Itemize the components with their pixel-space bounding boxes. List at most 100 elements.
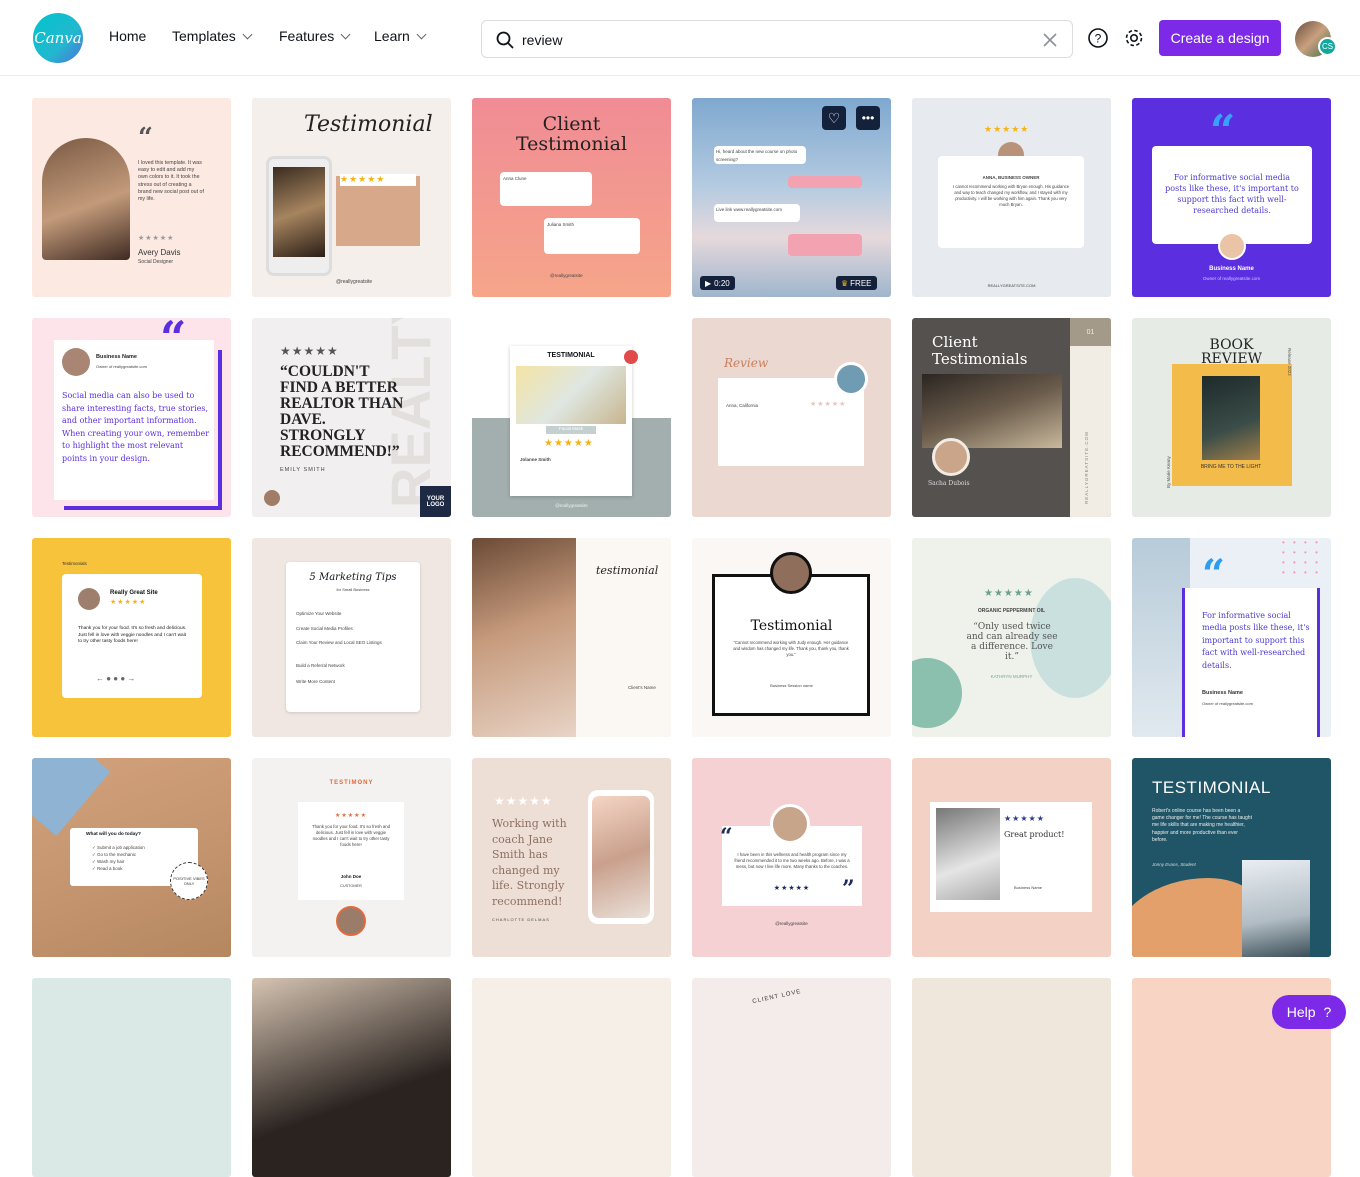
review-box: ANNA, BUSINESS OWNER I cannot recommend … (938, 156, 1084, 248)
heart-icon[interactable]: ♡ (822, 106, 846, 130)
template-card[interactable]: What will you do today? ✓ Submit a job a… (32, 758, 231, 957)
template-card[interactable]: TESTIMONIAL Facial Mask ★★★★★ Jolanne Sm… (472, 318, 671, 517)
template-card[interactable]: 01 Client Testimonials Sacha Dubois REALL… (912, 318, 1111, 517)
template-card[interactable]: CLIENT LOVE (692, 978, 891, 1177)
canva-logo[interactable]: Canva (33, 13, 83, 63)
blob (912, 658, 962, 728)
template-card[interactable] (32, 978, 231, 1177)
avatar-initials-badge: CS (1318, 37, 1337, 56)
book-cover (1202, 376, 1260, 460)
nav-features-label: Features (279, 28, 335, 44)
release-label: Release 2022 (1287, 348, 1292, 376)
search-icon (496, 31, 514, 49)
nav-home-label: Home (109, 28, 147, 44)
review-text: Social media can also be used to share i… (62, 391, 210, 463)
quote-icon: “ (720, 824, 733, 850)
search-bar (481, 20, 1073, 58)
reviewer-role: Social Designer (138, 259, 174, 265)
template-card[interactable]: ★★★★★ Working with coach Jane Smith has … (472, 758, 671, 957)
template-card[interactable]: ★★★★★ ORGANIC PEPPERMINT OIL “Only used … (912, 538, 1111, 737)
site-url: REALLYGREATSITE.COM (987, 283, 1036, 288)
template-card[interactable]: 5 Marketing Tips for Small Business Opti… (252, 538, 451, 737)
card-title: TESTIMONIAL (1152, 778, 1271, 797)
nav-templates-label: Templates (172, 28, 236, 44)
author-label: By Marie Kenny (1166, 456, 1171, 488)
review-box: ★★★★★ Thank you for your food. It's so f… (298, 802, 404, 900)
template-card[interactable]: BOOK REVIEW BRING ME TO THE LIGHT Release… (1132, 318, 1331, 517)
tag-label: Testimonials (62, 561, 87, 566)
template-card[interactable] (252, 978, 451, 1177)
nav-templates[interactable]: Templates (172, 28, 253, 44)
quote-icon: “ (1210, 106, 1236, 157)
template-card[interactable]: ★★★★★ ANNA, BUSINESS OWNER I cannot reco… (912, 98, 1111, 297)
review-text: “Cannot recommend working with Judy enou… (733, 640, 849, 657)
card-title: Client Testimonials (932, 333, 1028, 368)
review-text: For informative social media posts like … (1202, 611, 1310, 670)
star-rating: ★★★★★ (984, 124, 1030, 134)
template-card[interactable] (472, 978, 671, 1177)
avatar (62, 348, 90, 376)
review-box: For informative social media posts like … (1152, 146, 1312, 244)
photo (1242, 860, 1310, 957)
nav-features[interactable]: Features (279, 28, 351, 44)
chat-bubble: Anna Clune (500, 172, 592, 206)
business-sub: Owner of reallygreatsite.com (1202, 276, 1261, 281)
nav-learn[interactable]: Learn (374, 28, 427, 44)
template-card[interactable]: testimonial Client's Name (472, 538, 671, 737)
card-title: Client Testimonial (515, 113, 628, 155)
create-design-button[interactable]: Create a design (1159, 20, 1281, 56)
avatar (336, 906, 366, 936)
review-box: ★★★★★ (336, 174, 420, 246)
review-box: Really Great Site ★★★★★ Thank you for yo… (62, 574, 202, 698)
template-card[interactable]: “ For informative social media posts lik… (1132, 538, 1331, 737)
template-card[interactable]: REALTY ★★★★★ “COULDN'T FIND A BETTER REA… (252, 318, 451, 517)
quote-icon: “ (1202, 551, 1226, 598)
logo-placeholder: YOUR LOGO (420, 486, 451, 517)
template-card[interactable]: ♡ ••• Hi, heard about the new course on … (692, 98, 891, 297)
star-rating: ★★★★★ (138, 235, 175, 242)
template-card[interactable]: Testimonials Really Great Site ★★★★★ Tha… (32, 538, 231, 737)
help-button[interactable]: Help ? (1272, 995, 1346, 1029)
template-card[interactable]: For informative social media posts like … (1132, 98, 1331, 297)
handle: @reallygreatsite (775, 921, 808, 926)
help-circle-icon[interactable]: ? (1087, 27, 1109, 49)
product-label: ORGANIC PEPPERMINT OIL (977, 608, 1046, 614)
template-card[interactable] (912, 978, 1111, 1177)
template-card[interactable]: Business Name Owner of reallygreatsite.c… (32, 318, 231, 517)
template-card[interactable]: “ I loved this template. It was easy to … (32, 98, 231, 297)
template-card[interactable]: Testimonial ★★★★★ @reallygreatsite (252, 98, 451, 297)
reviewer-name: Avery Davis (138, 248, 181, 257)
help-label: Help (1286, 1004, 1316, 1020)
question-icon: ? (1323, 1004, 1332, 1020)
more-options-icon[interactable]: ••• (856, 106, 880, 130)
review-text: Robert's online course has been been a g… (1152, 808, 1252, 843)
template-card[interactable]: TESTIMONIAL Robert's online course has b… (1132, 758, 1331, 957)
side-panel (1070, 318, 1111, 517)
photo (42, 138, 130, 260)
template-card[interactable]: I have been in this wellness and health … (692, 758, 891, 957)
business-name: Business Name (96, 354, 137, 360)
business-sub: Owner of reallygreatsite.com (1202, 701, 1253, 706)
nav-home[interactable]: Home (109, 28, 146, 44)
template-card[interactable]: Client Testimonial Anna Clune Juliana Smi… (472, 98, 671, 297)
quote-text: “Only used twice and can already see a d… (966, 622, 1058, 662)
search-input[interactable] (522, 29, 1022, 51)
handle: @reallygreatsite (550, 273, 583, 278)
dot-pattern: • • • • • • • • • • • • • • • • (1282, 538, 1321, 577)
stamp: POSITIVE VIBES ONLY (170, 862, 208, 900)
template-card[interactable]: Review Anna, California ★★★★★ (692, 318, 891, 517)
chat-bubble: Juliana Smith (544, 218, 640, 254)
business-sub: Owner of reallygreatsite.com (96, 364, 147, 369)
book-title: BRING ME TO THE LIGHT (1200, 464, 1262, 470)
card-title: BOOK REVIEW (1200, 337, 1262, 367)
review-card: TESTIMONIAL Facial Mask ★★★★★ Jolanne Sm… (510, 346, 632, 496)
gear-icon[interactable] (1123, 27, 1145, 49)
close-icon[interactable] (1042, 32, 1058, 48)
decor (32, 758, 111, 836)
review-text: I loved this template. It was easy to ed… (138, 160, 204, 203)
template-card[interactable]: ★★★★★ Great product! Business Name (912, 758, 1111, 957)
template-card[interactable]: TESTIMONY ★★★★★ Thank you for your food.… (252, 758, 451, 957)
star-rating: ★★★★★ (984, 588, 1034, 599)
heart-icon (624, 350, 638, 364)
template-card[interactable]: Testimonial “Cannot recommend working wi… (692, 538, 891, 737)
